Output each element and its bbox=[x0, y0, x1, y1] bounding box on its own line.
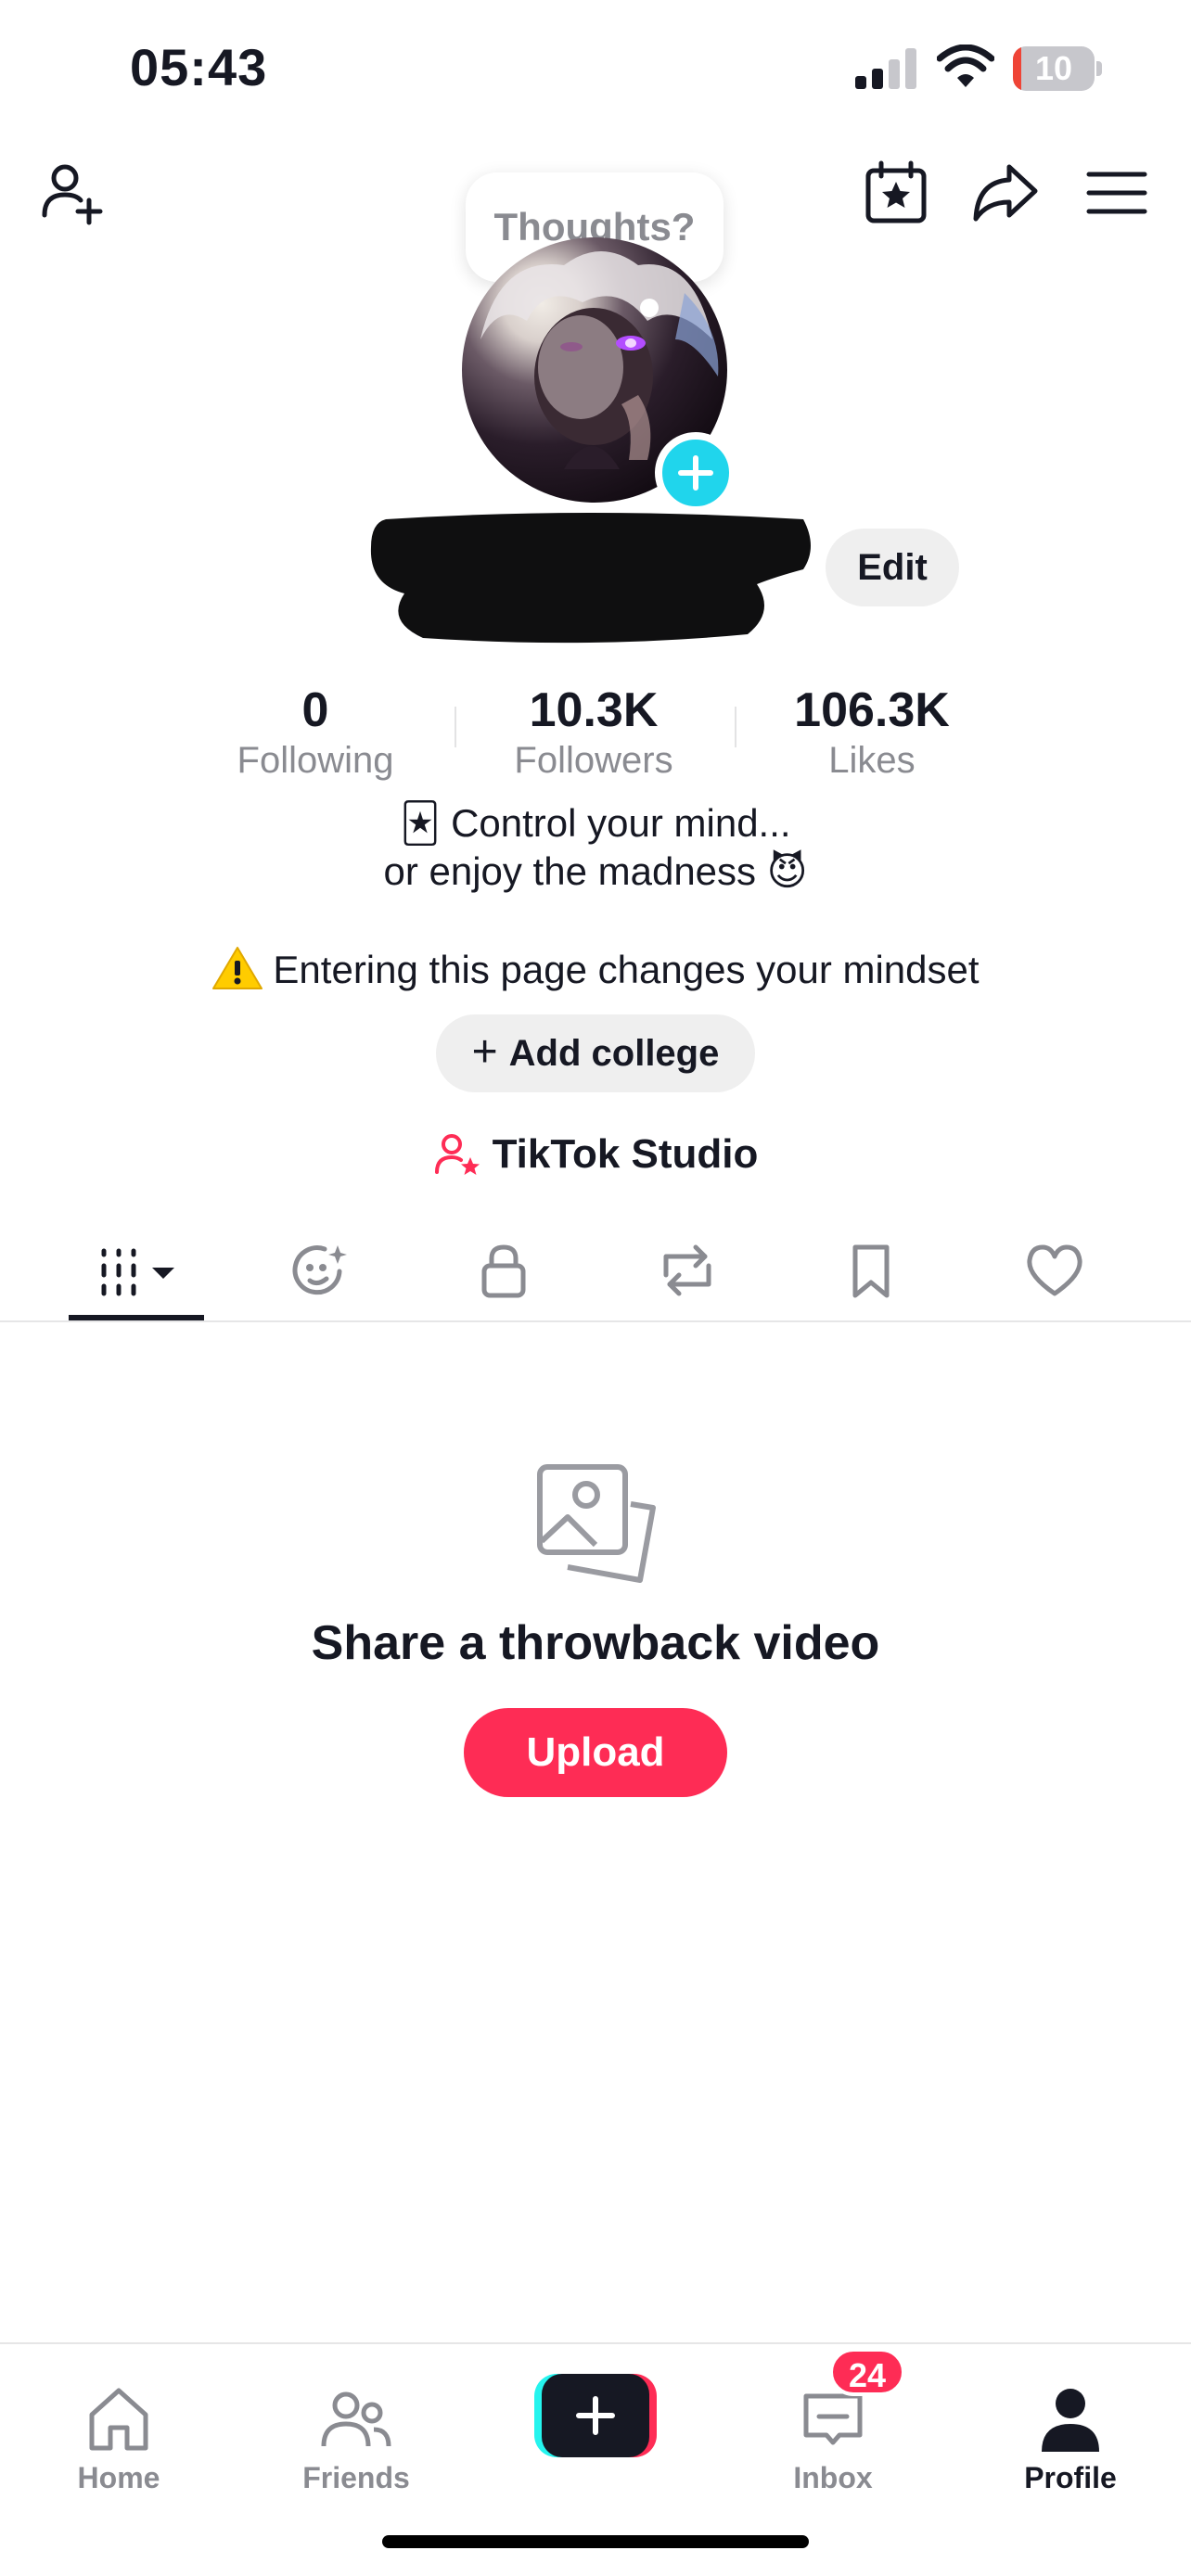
warning-text: Entering this page changes your mindset bbox=[273, 948, 980, 991]
tab-reposts[interactable] bbox=[618, 1224, 757, 1317]
nav-profile[interactable]: Profile bbox=[978, 2363, 1163, 2502]
bio-text-2: or enjoy the madness bbox=[383, 849, 757, 893]
heart-icon bbox=[1027, 1244, 1082, 1296]
plus-icon bbox=[678, 455, 713, 491]
thoughts-bubble-dot bbox=[640, 299, 659, 317]
warning-icon bbox=[212, 947, 263, 989]
status-time: 05:43 bbox=[130, 38, 268, 96]
stat-following[interactable]: 0 Following bbox=[223, 682, 408, 783]
bio-text-1: Control your mind... bbox=[451, 801, 791, 845]
tab-private[interactable] bbox=[434, 1224, 573, 1317]
tab-favorites[interactable] bbox=[801, 1224, 941, 1317]
nav-inbox-label: Inbox bbox=[793, 2461, 873, 2494]
create-button[interactable] bbox=[534, 2374, 657, 2457]
following-label: Following bbox=[237, 740, 394, 781]
home-indicator bbox=[382, 2535, 809, 2548]
upload-button[interactable]: Upload bbox=[464, 1708, 727, 1797]
battery-indicator: 10 bbox=[1013, 46, 1102, 91]
devil-emoji: 😈 bbox=[766, 849, 808, 893]
events-button[interactable] bbox=[859, 156, 933, 230]
share-profile-button[interactable] bbox=[968, 156, 1043, 230]
tab-liked[interactable] bbox=[985, 1224, 1124, 1317]
creator-star-icon bbox=[434, 1134, 480, 1175]
stat-divider bbox=[735, 707, 736, 747]
add-college-button[interactable]: + Add college bbox=[436, 1014, 755, 1092]
share-arrow-icon bbox=[973, 164, 1038, 222]
nav-home-label: Home bbox=[77, 2461, 160, 2494]
likes-count: 106.3K bbox=[794, 683, 950, 737]
status-bar: 05:43 10 bbox=[0, 0, 1191, 139]
empty-state-title: Share a throwback video bbox=[311, 1616, 880, 1670]
tab-videos[interactable] bbox=[67, 1224, 206, 1317]
face-sparkle-icon bbox=[292, 1245, 347, 1295]
add-user-icon bbox=[42, 164, 103, 225]
add-friend-button[interactable] bbox=[35, 156, 109, 230]
nav-home[interactable]: Home bbox=[26, 2363, 211, 2502]
tiktok-studio-label: TikTok Studio bbox=[492, 1131, 759, 1177]
nav-profile-label: Profile bbox=[1024, 2461, 1117, 2494]
inbox-badge: 24 bbox=[829, 2348, 905, 2396]
add-story-button[interactable] bbox=[655, 432, 736, 514]
bio: 🃏 Control your mind... or enjoy the madn… bbox=[0, 799, 1191, 896]
wifi-icon bbox=[937, 45, 994, 87]
nav-friends[interactable]: Friends bbox=[263, 2363, 449, 2502]
edit-profile-button[interactable]: Edit bbox=[826, 529, 959, 606]
bio-line-2: or enjoy the madness 😈 bbox=[0, 848, 1191, 896]
repost-icon bbox=[663, 1244, 711, 1296]
grid-icon bbox=[101, 1248, 174, 1296]
tab-for-you[interactable] bbox=[250, 1224, 390, 1317]
stat-likes[interactable]: 106.3K Likes bbox=[770, 682, 974, 783]
following-count: 0 bbox=[301, 683, 329, 737]
followers-count: 10.3K bbox=[529, 683, 659, 737]
username-redacted bbox=[370, 513, 811, 644]
calendar-star-icon bbox=[865, 160, 927, 223]
stat-divider bbox=[455, 707, 456, 747]
bio-line-1: 🃏 Control your mind... bbox=[0, 799, 1191, 848]
tiktok-studio-link[interactable]: TikTok Studio bbox=[427, 1124, 764, 1185]
nav-friends-label: Friends bbox=[302, 2461, 410, 2494]
bookmark-icon bbox=[852, 1244, 890, 1298]
profile-icon bbox=[1042, 2389, 1099, 2452]
stat-followers[interactable]: 10.3K Followers bbox=[492, 682, 696, 783]
photo-stack-icon bbox=[537, 1464, 656, 1583]
hamburger-menu-icon bbox=[1086, 172, 1147, 214]
plus-icon: + bbox=[471, 1027, 498, 1077]
likes-label: Likes bbox=[828, 740, 916, 781]
battery-level: 10 bbox=[1034, 49, 1073, 87]
menu-button[interactable] bbox=[1080, 156, 1154, 230]
lock-icon bbox=[481, 1244, 526, 1298]
create-plus-icon bbox=[576, 2396, 615, 2435]
add-college-label: Add college bbox=[508, 1032, 720, 1074]
friends-icon bbox=[321, 2391, 391, 2447]
bio-warning: Entering this page changes your mindset bbox=[0, 944, 1191, 996]
cellular-signal-icon bbox=[855, 48, 916, 89]
joker-card-emoji: 🃏 bbox=[400, 801, 441, 845]
home-icon bbox=[89, 2388, 148, 2451]
followers-label: Followers bbox=[514, 740, 673, 781]
tabs-divider bbox=[0, 1320, 1191, 1322]
